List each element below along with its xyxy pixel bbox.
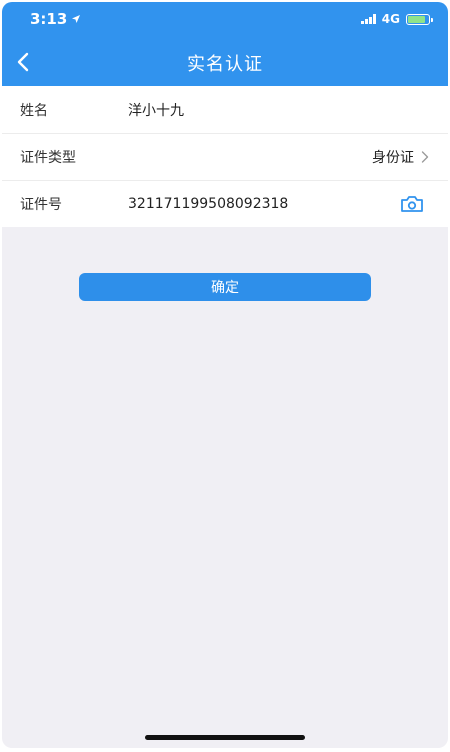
status-bar: 3:13 4G [2, 2, 448, 38]
battery-icon [406, 13, 433, 25]
page-title: 实名认证 [187, 54, 263, 75]
name-field[interactable]: 洋小十九 [128, 100, 430, 120]
id-type-selector[interactable]: 身份证 [372, 147, 430, 167]
phone-screen: 3:13 4G 实名认证 姓名 洋小十九 证件类型 身份证 证件号 321171… [2, 2, 448, 748]
id-type-row[interactable]: 证件类型 身份证 [2, 133, 448, 180]
name-row[interactable]: 姓名 洋小十九 [2, 86, 448, 133]
network-type: 4G [381, 12, 400, 26]
status-time-group: 3:13 [30, 10, 81, 28]
id-number-label: 证件号 [20, 196, 62, 213]
confirm-area: 确定 [2, 227, 448, 301]
nav-bar: 实名认证 [2, 38, 448, 86]
id-number-field[interactable]: 321171199508092318 [128, 196, 400, 212]
id-type-value: 身份证 [372, 149, 414, 166]
name-label: 姓名 [20, 102, 48, 119]
header: 3:13 4G 实名认证 [2, 2, 448, 86]
status-time: 3:13 [30, 10, 68, 28]
camera-icon[interactable] [400, 195, 424, 213]
home-indicator[interactable] [145, 735, 305, 740]
id-type-label: 证件类型 [20, 149, 76, 166]
id-number-row[interactable]: 证件号 321171199508092318 [2, 180, 448, 227]
chevron-right-icon [421, 150, 429, 163]
confirm-button[interactable]: 确定 [79, 273, 371, 301]
status-indicators: 4G [360, 12, 433, 26]
identity-form: 姓名 洋小十九 证件类型 身份证 证件号 321171199508092318 [2, 86, 448, 227]
cellular-signal-icon [360, 14, 376, 24]
location-arrow-icon [72, 15, 81, 23]
